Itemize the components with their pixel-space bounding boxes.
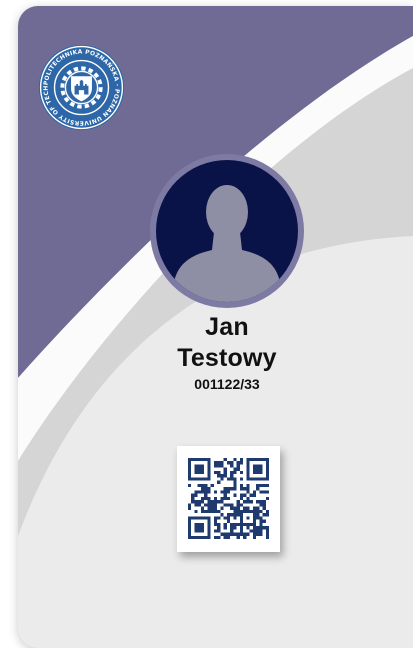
person-info: Jan Testowy 001122/33 — [118, 312, 336, 393]
person-silhouette-icon — [150, 154, 304, 308]
page: POLITECHNIKA POZNAŃSKA · POZNAN UNIVERSI… — [0, 0, 413, 648]
id-badge-card: POLITECHNIKA POZNAŃSKA · POZNAN UNIVERSI… — [18, 6, 413, 648]
id-number: 001122/33 — [194, 376, 260, 392]
qr-code-tile — [177, 446, 280, 552]
university-seal-icon: POLITECHNIKA POZNAŃSKA · POZNAN UNIVERSI… — [38, 44, 125, 131]
qr-code-icon — [188, 458, 269, 539]
last-name: Testowy — [177, 344, 277, 372]
first-name: Jan — [205, 313, 249, 341]
